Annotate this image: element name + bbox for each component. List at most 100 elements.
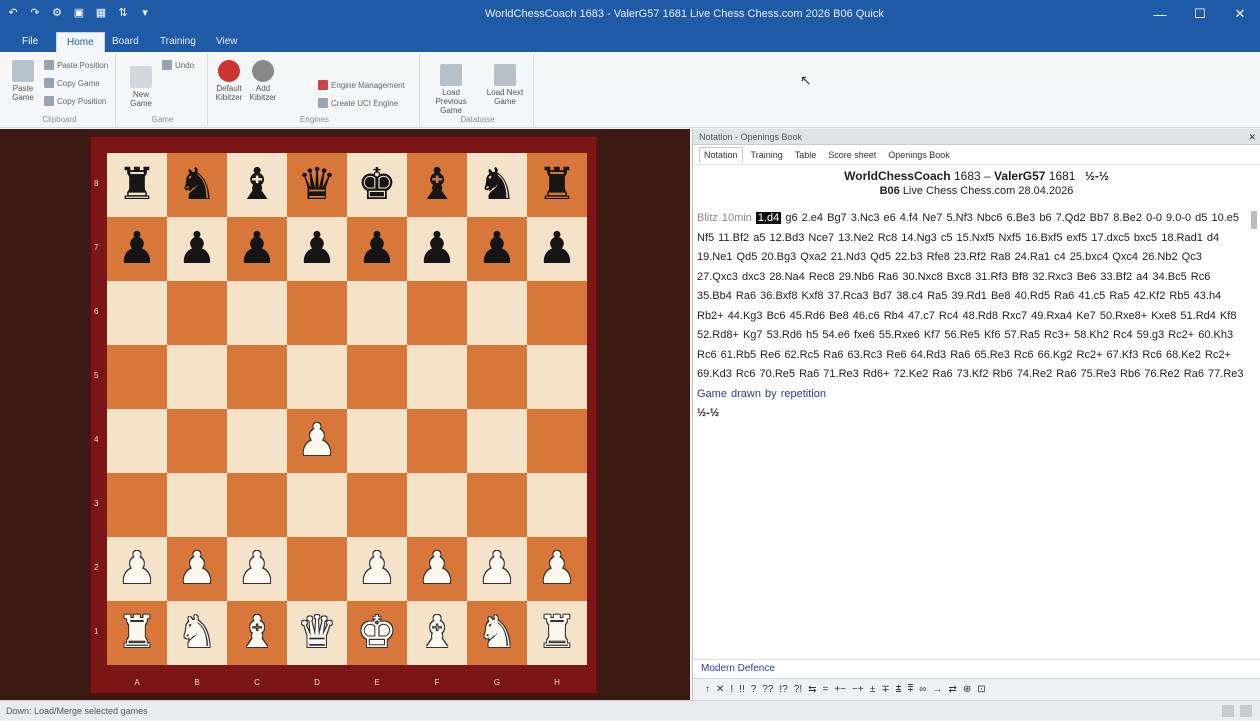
new-game-button[interactable]: New Game <box>124 66 158 108</box>
tab-notation[interactable]: Notation <box>699 147 743 162</box>
copy-game-button[interactable]: Copy Game <box>44 78 100 88</box>
board-square[interactable] <box>167 409 227 473</box>
board-square[interactable]: ♟ <box>167 537 227 601</box>
board-square[interactable] <box>407 473 467 537</box>
tab-view[interactable]: View <box>206 32 248 52</box>
board-square[interactable]: ♟ <box>407 537 467 601</box>
annotation-button[interactable]: ⊡ <box>977 684 985 695</box>
board-square[interactable]: ♟ <box>407 217 467 281</box>
notation-text[interactable]: Blitz 10min 1.d4 g6 2.e4 Bg7 3.Nc3 e6 4.… <box>697 209 1245 424</box>
board-square[interactable] <box>227 345 287 409</box>
board-square[interactable] <box>467 409 527 473</box>
white-knight-icon[interactable]: ♞ <box>177 611 216 655</box>
create-uci-engine-button[interactable]: Create UCI Engine <box>318 98 398 108</box>
board-square[interactable]: ♟ <box>227 217 287 281</box>
white-rook-icon[interactable]: ♜ <box>117 611 156 655</box>
black-pawn-icon[interactable]: ♟ <box>537 227 576 271</box>
engine-management-button[interactable]: Engine Management <box>318 80 405 90</box>
board-square[interactable]: ♟ <box>287 217 347 281</box>
annotation-button[interactable]: −+ <box>852 684 864 695</box>
close-panel-icon[interactable]: ✕ <box>1248 129 1256 145</box>
board-square[interactable] <box>287 345 347 409</box>
tab-home[interactable]: Home <box>56 32 105 52</box>
board-square[interactable]: ♟ <box>347 537 407 601</box>
board-square[interactable] <box>107 345 167 409</box>
white-pawn-icon[interactable]: ♟ <box>237 547 276 591</box>
settings-icon[interactable]: ⚙ <box>50 5 64 19</box>
board-square[interactable]: ♛ <box>287 153 347 217</box>
board-square[interactable] <box>527 281 587 345</box>
board-square[interactable]: ♛ <box>287 601 347 665</box>
board-square[interactable]: ♟ <box>227 537 287 601</box>
black-pawn-icon[interactable]: ♟ <box>477 227 516 271</box>
save-icon[interactable]: ▣ <box>72 5 86 19</box>
board-square[interactable] <box>407 345 467 409</box>
tab-board[interactable]: Board <box>102 32 149 52</box>
white-pawn-icon[interactable]: ♟ <box>357 547 396 591</box>
black-bishop-icon[interactable]: ♝ <box>417 163 456 207</box>
tab-training[interactable]: Training <box>150 32 206 52</box>
annotation-button[interactable]: ↑ <box>705 684 710 695</box>
black-bishop-icon[interactable]: ♝ <box>237 163 276 207</box>
board-icon[interactable]: ▦ <box>94 5 108 19</box>
default-kibitzer-button[interactable]: Default Kibitzer <box>212 60 246 102</box>
board-square[interactable] <box>107 281 167 345</box>
board-square[interactable] <box>287 537 347 601</box>
board-square[interactable] <box>167 345 227 409</box>
white-pawn-icon[interactable]: ♟ <box>537 547 576 591</box>
white-pawn-icon[interactable]: ♟ <box>177 547 216 591</box>
annotation-button[interactable]: !! <box>739 684 745 695</box>
black-pawn-icon[interactable]: ♟ <box>417 227 456 271</box>
load-next-game-button[interactable]: Load Next Game <box>482 64 528 106</box>
white-pawn-icon[interactable]: ♟ <box>417 547 456 591</box>
annotation-button[interactable]: ∞ <box>919 684 926 695</box>
chess-board[interactable]: ♜ ♞ ♝ ♛ ♚ ♝ ♞ ♜ ♟ ♟ ♟ ♟ ♟ ♟ ♟ ♟ ♟ ♟ ♟ ♟ ♟ ♟ ♟ ♟ ♜ ♞ ♝ ♛ ♚ ♝ ♞ ♜ <box>107 153 587 665</box>
board-square[interactable]: ♜ <box>107 153 167 217</box>
white-pawn-icon[interactable]: ♟ <box>297 419 336 463</box>
board-square[interactable] <box>227 281 287 345</box>
board-square[interactable]: ♟ <box>527 217 587 281</box>
black-pawn-icon[interactable]: ♟ <box>357 227 396 271</box>
board-square[interactable]: ♝ <box>407 153 467 217</box>
board-square[interactable] <box>287 281 347 345</box>
undo-button[interactable]: Undo <box>162 60 194 70</box>
board-square[interactable] <box>407 409 467 473</box>
board-square[interactable]: ♟ <box>287 409 347 473</box>
black-queen-icon[interactable]: ♛ <box>297 163 336 207</box>
board-square[interactable]: ♟ <box>167 217 227 281</box>
annotation-button[interactable]: ✕ <box>716 684 724 695</box>
annotation-button[interactable]: → <box>932 684 942 695</box>
scroll-thumb[interactable] <box>1251 211 1257 229</box>
board-square[interactable]: ♟ <box>527 537 587 601</box>
tab-file[interactable]: File <box>12 32 48 52</box>
board-square[interactable] <box>347 409 407 473</box>
white-pawn-icon[interactable]: ♟ <box>477 547 516 591</box>
board-square[interactable] <box>107 409 167 473</box>
undo-icon[interactable]: ↶ <box>6 5 20 19</box>
board-square[interactable] <box>287 473 347 537</box>
board-square[interactable] <box>467 345 527 409</box>
annotation-button[interactable]: ?! <box>794 684 802 695</box>
board-square[interactable] <box>167 281 227 345</box>
annotation-button[interactable]: ⩱ <box>907 684 913 695</box>
close-icon[interactable]: ✕ <box>1220 0 1260 28</box>
black-pawn-icon[interactable]: ♟ <box>117 227 156 271</box>
board-square[interactable]: ♚ <box>347 601 407 665</box>
maximize-icon[interactable]: ☐ <box>1180 0 1220 28</box>
add-kibitzer-button[interactable]: Add Kibitzer <box>246 60 280 102</box>
white-pawn-icon[interactable]: ♟ <box>117 547 156 591</box>
board-square[interactable] <box>227 473 287 537</box>
board-square[interactable] <box>347 281 407 345</box>
board-square[interactable]: ♟ <box>467 537 527 601</box>
white-knight-icon[interactable]: ♞ <box>477 611 516 655</box>
board-square[interactable] <box>527 345 587 409</box>
board-square[interactable]: ♞ <box>167 153 227 217</box>
board-square[interactable]: ♝ <box>227 153 287 217</box>
annotation-button[interactable]: ⇄ <box>948 684 956 695</box>
tab-score-sheet[interactable]: Score sheet <box>824 148 880 162</box>
black-rook-icon[interactable]: ♜ <box>537 163 576 207</box>
board-square[interactable]: ♝ <box>227 601 287 665</box>
annotation-button[interactable]: = <box>823 684 829 695</box>
board-square[interactable] <box>227 409 287 473</box>
board-square[interactable]: ♟ <box>467 217 527 281</box>
